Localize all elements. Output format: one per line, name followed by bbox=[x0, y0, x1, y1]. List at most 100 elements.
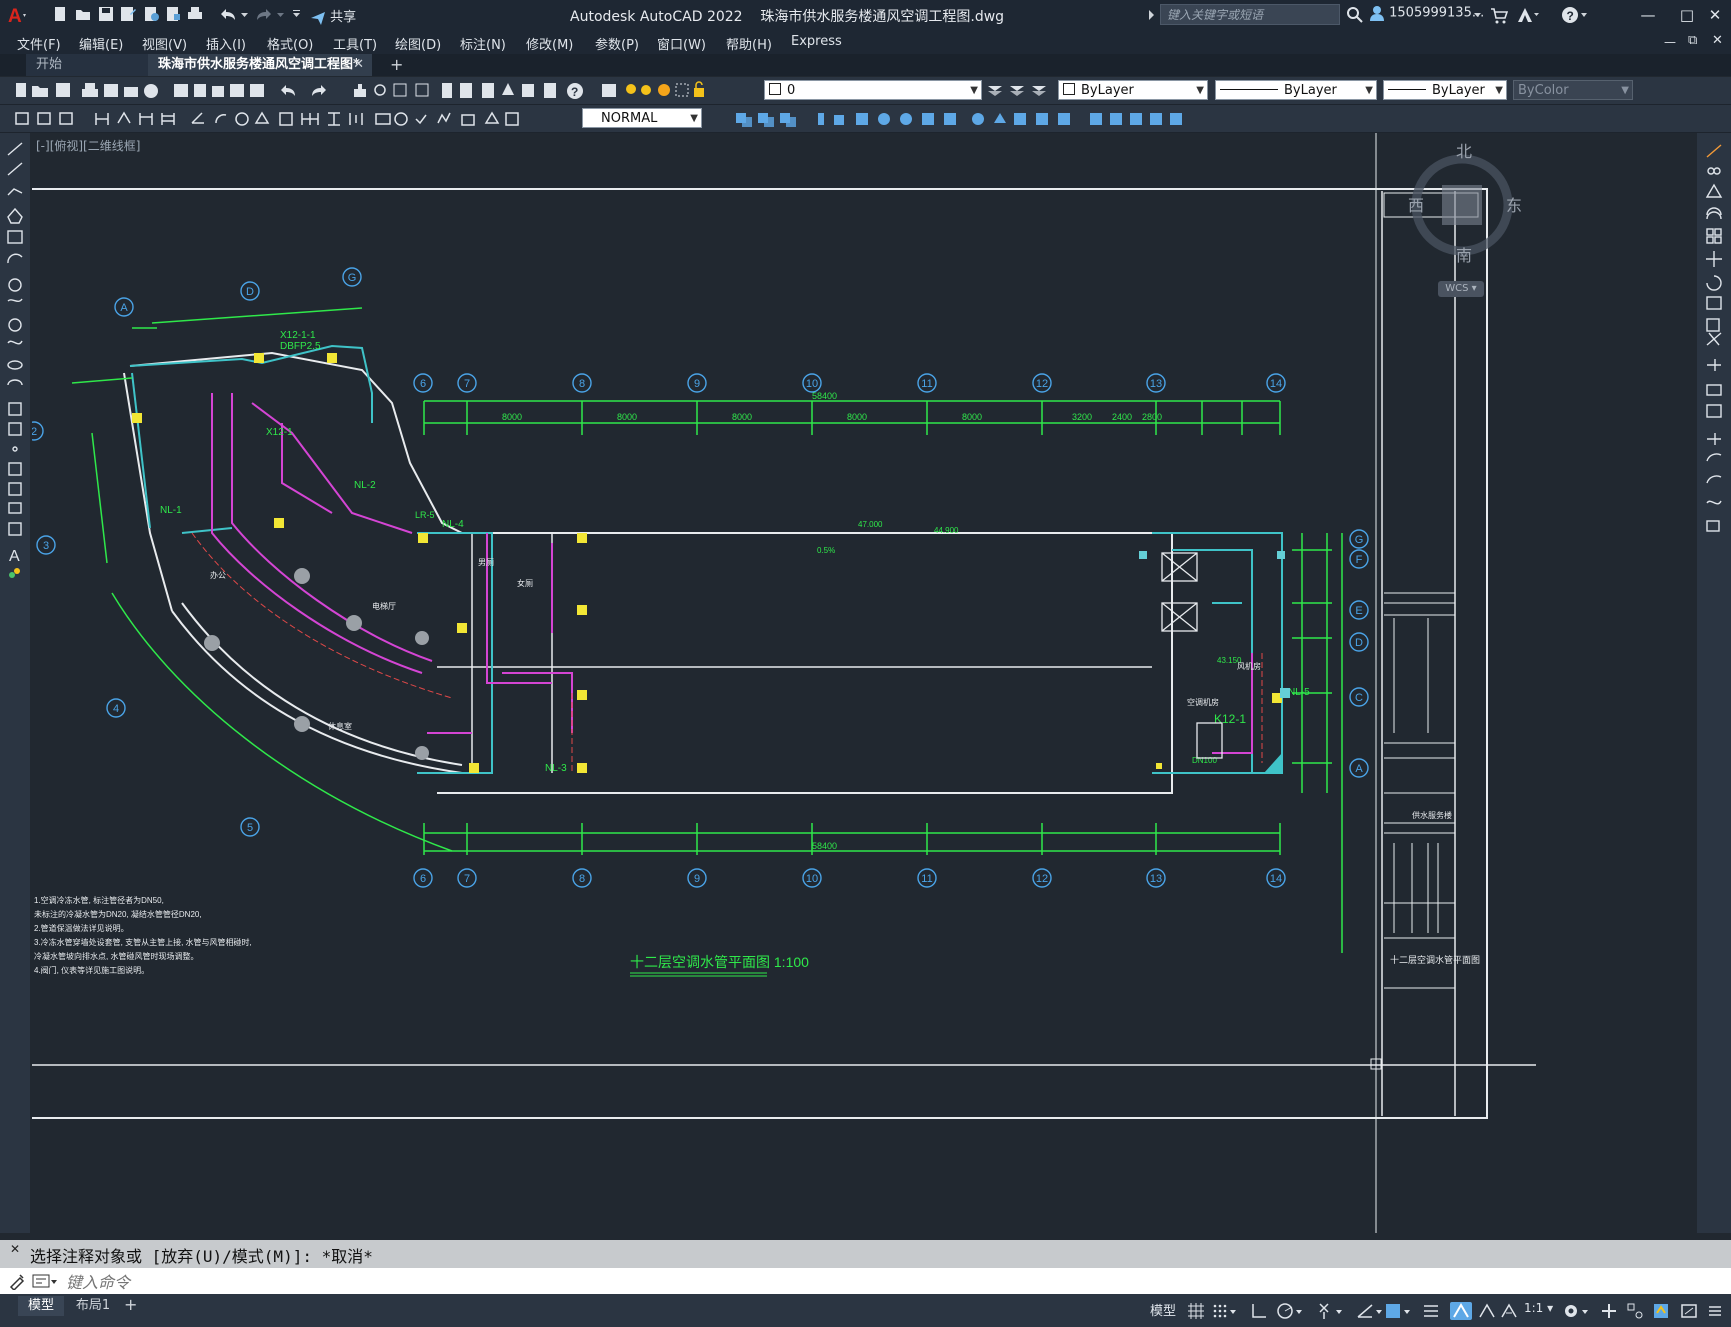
redo-icon[interactable] bbox=[256, 6, 272, 22]
undo-icon[interactable] bbox=[220, 6, 236, 22]
modify-tool-icons[interactable] bbox=[706, 109, 1216, 129]
lineweight-combo[interactable]: ByLayer ▼ bbox=[1383, 80, 1507, 100]
menu-file[interactable]: 文件(F) bbox=[17, 34, 61, 53]
menu-tools[interactable]: 工具(T) bbox=[333, 34, 377, 53]
polar-toggle-icon[interactable] bbox=[1276, 1302, 1304, 1320]
new-tab-button[interactable]: + bbox=[380, 54, 404, 76]
menu-format[interactable]: 格式(O) bbox=[267, 34, 313, 53]
label-elev-47: 47.000 bbox=[858, 520, 883, 529]
search-icon[interactable] bbox=[1346, 6, 1364, 24]
undo-dropdown-icon[interactable] bbox=[240, 6, 250, 22]
scale-dropdown[interactable]: 1:1 ▾ bbox=[1524, 1301, 1553, 1315]
search-expand-icon[interactable] bbox=[1148, 8, 1156, 22]
transparency-toggle-icon[interactable] bbox=[1384, 1302, 1412, 1320]
viewcube-west[interactable]: 西 bbox=[1408, 196, 1424, 215]
command-close-icon[interactable]: ✕ bbox=[10, 1242, 20, 1256]
menu-lines-icon[interactable] bbox=[1422, 1302, 1440, 1320]
menu-parametric[interactable]: 参数(P) bbox=[595, 34, 639, 53]
tab-start[interactable]: 开始 bbox=[26, 54, 148, 76]
add-layout-button[interactable]: + bbox=[124, 1295, 137, 1314]
model-space-button[interactable]: 模型 bbox=[1150, 1300, 1176, 1319]
save-as-icon[interactable] bbox=[120, 6, 136, 22]
dim-top-4: 8000 bbox=[847, 412, 867, 422]
menu-insert[interactable]: 插入(I) bbox=[206, 34, 246, 53]
annotation-scale-icon[interactable] bbox=[1500, 1302, 1518, 1320]
wcs-dropdown[interactable]: WCS ▾ bbox=[1438, 281, 1484, 297]
grid-label-top-9: 9 bbox=[694, 378, 700, 390]
grid-toggle-icon[interactable] bbox=[1186, 1302, 1206, 1320]
modify-tool-icons-right[interactable] bbox=[1697, 133, 1731, 533]
tab-layout1[interactable]: 布局1 bbox=[68, 1296, 118, 1316]
customize-status-icon[interactable] bbox=[1706, 1302, 1724, 1320]
annotation-visibility-icon[interactable] bbox=[1450, 1302, 1472, 1320]
doc-minimize-icon[interactable]: — bbox=[1664, 35, 1676, 49]
viewcube-south[interactable]: 南 bbox=[1456, 246, 1472, 265]
label-nl-4: NL-4 bbox=[442, 519, 464, 530]
cart-icon[interactable] bbox=[1490, 7, 1509, 25]
open-web-icon[interactable] bbox=[143, 6, 159, 22]
doc-restore-icon[interactable]: ⧉ bbox=[1688, 33, 1697, 48]
viewcube-east[interactable]: 东 bbox=[1506, 196, 1522, 215]
new-file-icon[interactable] bbox=[52, 6, 68, 22]
grid-label-top-11: 11 bbox=[921, 378, 932, 390]
layer-combo[interactable]: 0 ▼ bbox=[764, 80, 982, 100]
annotation-monitor-icon[interactable] bbox=[1600, 1302, 1618, 1320]
tab-model[interactable]: 模型 bbox=[18, 1296, 64, 1316]
save-icon[interactable] bbox=[98, 6, 114, 22]
redo-dropdown-icon[interactable] bbox=[276, 6, 286, 22]
doc-close-icon[interactable]: ✕ bbox=[1712, 33, 1723, 48]
color-combo[interactable]: ByLayer ▼ bbox=[1058, 80, 1208, 100]
plot-icon[interactable] bbox=[187, 6, 203, 22]
command-customize-icon[interactable] bbox=[8, 1272, 26, 1292]
app-logo-icon[interactable]: A bbox=[6, 4, 28, 27]
user-account[interactable]: 1505999135... bbox=[1369, 5, 1484, 25]
quick-properties-icon[interactable] bbox=[1652, 1302, 1670, 1320]
dimstyle-combo[interactable]: NORMAL ▼ bbox=[582, 108, 702, 128]
save-web-icon[interactable] bbox=[165, 6, 181, 22]
customize-qat-icon[interactable] bbox=[292, 6, 302, 22]
tab-close-icon[interactable]: ✕ bbox=[353, 54, 364, 76]
lineweight-toggle-icon[interactable] bbox=[1356, 1302, 1384, 1320]
search-input[interactable]: 键入关键字或短语 bbox=[1160, 4, 1340, 25]
help-icon[interactable]: ? bbox=[1560, 5, 1590, 25]
viewcube-north[interactable]: 北 bbox=[1456, 142, 1472, 161]
modify-palette bbox=[1697, 133, 1731, 1233]
menu-view[interactable]: 视图(V) bbox=[142, 34, 187, 53]
autodesk-app-icon[interactable] bbox=[1516, 6, 1540, 24]
menu-edit[interactable]: 编辑(E) bbox=[79, 34, 123, 53]
recent-commands-icon[interactable] bbox=[32, 1272, 58, 1290]
auto-scale-icon[interactable] bbox=[1478, 1302, 1496, 1320]
dim-top-2: 8000 bbox=[617, 412, 637, 422]
menu-window[interactable]: 窗口(W) bbox=[657, 34, 706, 53]
fullscreen-icon[interactable] bbox=[1680, 1302, 1698, 1320]
grid-label-left-g: G bbox=[348, 272, 357, 284]
osnap-toggle-icon[interactable] bbox=[1318, 1302, 1346, 1320]
viewcube[interactable]: 北 南 东 西 WCS ▾ bbox=[1406, 141, 1526, 297]
menu-dimension[interactable]: 标注(N) bbox=[460, 34, 506, 53]
user-dropdown-icon[interactable] bbox=[1474, 9, 1482, 19]
units-icon[interactable] bbox=[1626, 1302, 1644, 1320]
menu-draw[interactable]: 绘图(D) bbox=[395, 34, 441, 53]
room-elevator-hall: 电梯厅 bbox=[372, 601, 396, 611]
menu-express[interactable]: Express bbox=[791, 34, 842, 49]
layer-state-icons[interactable] bbox=[638, 80, 758, 102]
tab-drawing[interactable]: 珠海市供水服务楼通风空调工程图* ✕ bbox=[148, 54, 372, 76]
layer-tools-icons[interactable] bbox=[984, 80, 1054, 102]
ortho-toggle-icon[interactable] bbox=[1250, 1302, 1268, 1320]
share-button[interactable]: 共享 bbox=[310, 6, 356, 25]
room-female-wc: 女厕 bbox=[517, 578, 533, 588]
maximize-button[interactable]: □ bbox=[1676, 4, 1698, 26]
draw-tool-icons[interactable]: A bbox=[0, 133, 30, 593]
close-button[interactable]: ✕ bbox=[1704, 4, 1726, 26]
workspace-gear-icon[interactable] bbox=[1562, 1302, 1590, 1320]
menu-modify[interactable]: 修改(M) bbox=[526, 34, 573, 53]
menu-help[interactable]: 帮助(H) bbox=[726, 34, 772, 53]
standard-tool-icons[interactable]: ? bbox=[6, 81, 646, 101]
open-file-icon[interactable] bbox=[75, 6, 91, 22]
snap-toggle-icon[interactable] bbox=[1212, 1302, 1238, 1320]
dimension-tool-icons[interactable] bbox=[6, 109, 576, 129]
minimize-button[interactable]: — bbox=[1637, 4, 1659, 26]
linetype-combo[interactable]: ByLayer ▼ bbox=[1215, 80, 1377, 100]
drawing-canvas[interactable]: [-][俯视][二维线框] 58400 58400 8000 8000 8000… bbox=[32, 133, 1696, 1233]
command-input[interactable] bbox=[64, 1270, 1718, 1294]
